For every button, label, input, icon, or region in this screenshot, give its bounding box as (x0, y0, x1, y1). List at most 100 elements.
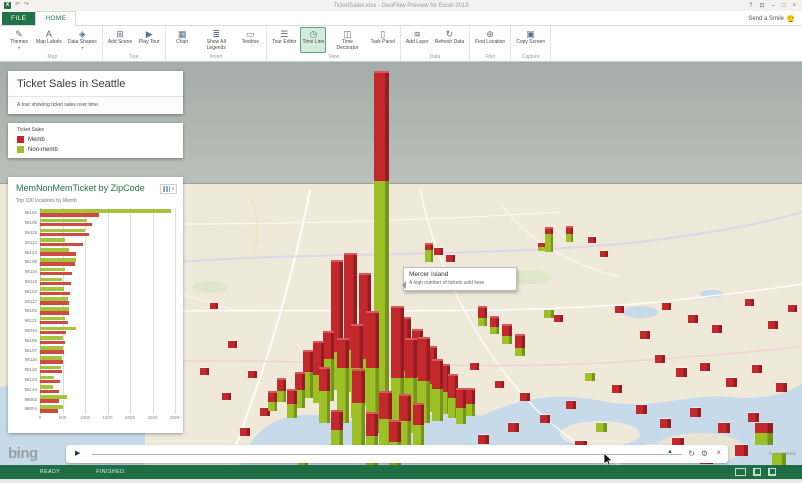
bar-nonmemb[interactable] (40, 287, 64, 291)
map-column[interactable] (319, 367, 330, 423)
bar-memb[interactable] (40, 301, 69, 305)
chart-type-button[interactable]: ▾ (160, 184, 177, 194)
tour-editor-button[interactable]: ☰Tour Editor (270, 27, 298, 53)
map-column[interactable] (545, 227, 553, 252)
timeline-playhead[interactable]: ▲ (667, 449, 673, 455)
bar-nonmemb[interactable] (40, 336, 63, 340)
bar-nonmemb[interactable] (40, 405, 63, 409)
timeline-track[interactable] (92, 454, 682, 455)
map-column[interactable] (425, 243, 433, 262)
refresh-data-button[interactable]: ↻Refresh Data (433, 27, 466, 53)
bar-memb[interactable] (40, 282, 71, 286)
bar-nonmemb[interactable] (40, 248, 69, 252)
bar-nonmemb[interactable] (40, 268, 65, 272)
pin-window-icon[interactable]: ⊡ (759, 1, 764, 11)
map-column[interactable] (277, 378, 286, 402)
bar-memb[interactable] (40, 399, 59, 403)
bar-memb[interactable] (40, 321, 68, 325)
bar-memb[interactable] (40, 262, 75, 266)
bar-nonmemb[interactable] (40, 258, 76, 262)
tab-file[interactable]: FILE (2, 12, 35, 25)
bar-memb[interactable] (40, 213, 99, 217)
map-viewport[interactable]: Mercer Island A high number of tickets s… (0, 62, 802, 465)
bar-memb[interactable] (40, 380, 60, 384)
map-column[interactable] (352, 369, 365, 445)
map-labels-button[interactable]: AMap Labels (34, 27, 64, 53)
bar-nonmemb[interactable] (40, 346, 63, 350)
map-column[interactable] (502, 324, 512, 344)
bar-nonmemb[interactable] (40, 209, 171, 213)
copy-screen-button[interactable]: ▣Copy Screen (514, 27, 547, 53)
tab-home[interactable]: HOME (35, 11, 76, 26)
show-all-legends-button[interactable]: ≣Show All Legends (197, 27, 235, 53)
map-column[interactable] (490, 316, 499, 334)
tour-title-panel[interactable]: Ticket Sales in Seattle A tour showing t… (8, 71, 183, 114)
bar-memb[interactable] (40, 223, 92, 227)
bar-memb[interactable] (40, 272, 72, 276)
textbox-button[interactable]: ▭Textbox (237, 27, 263, 53)
map-column[interactable] (465, 388, 475, 416)
task-panel-button[interactable]: ▯Task Panel (368, 27, 396, 53)
play-button[interactable]: ▶ (75, 450, 80, 458)
bar-nonmemb[interactable] (40, 278, 62, 282)
help-icon[interactable]: ? (749, 1, 752, 11)
themes-button[interactable]: ✎Themes▾ (6, 27, 32, 53)
timeline-bar[interactable]: ▶ ▲ ↻ ⚙ × (66, 445, 728, 463)
data-shapes-button[interactable]: ◈Data Shapes▾ (66, 27, 99, 53)
map-column[interactable] (432, 359, 443, 421)
nonmemb-segment (515, 348, 525, 356)
add-layer-button[interactable]: ≋Add Layer (404, 27, 431, 53)
fullscreen-icon[interactable] (768, 468, 776, 476)
restore-layout-icon[interactable] (753, 468, 761, 476)
map-column[interactable] (478, 306, 487, 326)
bar-memb[interactable] (40, 350, 64, 354)
bar-memb[interactable] (40, 331, 66, 335)
bar-memb[interactable] (40, 370, 62, 374)
bar-memb[interactable] (40, 409, 58, 413)
bar-nonmemb[interactable] (40, 327, 76, 331)
bar-nonmemb[interactable] (40, 219, 87, 223)
bar-nonmemb[interactable] (40, 376, 54, 380)
chart-panel[interactable]: MemNonMemTicket by ZipCode ▾ Top 100 loc… (8, 177, 183, 433)
map-column[interactable] (566, 226, 573, 242)
bar-nonmemb[interactable] (40, 385, 53, 389)
bar-memb[interactable] (40, 243, 83, 247)
map-column[interactable] (413, 403, 424, 450)
close-icon[interactable]: × (792, 1, 796, 11)
bar-memb[interactable] (40, 292, 70, 296)
bar-nonmemb[interactable] (40, 297, 68, 301)
play-tour-button[interactable]: ▶Play Tour (136, 27, 162, 53)
map-column[interactable] (268, 391, 277, 411)
bar-nonmemb[interactable] (40, 238, 65, 242)
legend-panel[interactable]: Ticket Sales Memb Non-memb (8, 123, 183, 158)
bar-nonmemb[interactable] (40, 395, 67, 399)
find-location-button[interactable]: ⊕Find Location (473, 27, 507, 53)
bar-memb[interactable] (40, 360, 63, 364)
bar-nonmemb[interactable] (40, 356, 62, 360)
send-a-smile-button[interactable]: Send a Smile (748, 12, 794, 25)
minimize-icon[interactable]: – (772, 1, 775, 11)
bar-memb[interactable] (40, 311, 69, 315)
bar-nonmemb[interactable] (40, 307, 69, 311)
bar-memb[interactable] (40, 341, 65, 345)
bar-nonmemb[interactable] (40, 229, 85, 233)
add-scene-button[interactable]: ⊞Add Scene (106, 27, 134, 53)
chart-button[interactable]: ▦Chart (169, 27, 195, 53)
time-decorator-button[interactable]: ◫Time Decorator (328, 27, 366, 53)
map-column[interactable] (287, 389, 297, 418)
loop-icon[interactable]: ↻ (688, 449, 695, 458)
settings-gear-icon[interactable]: ⚙ (701, 449, 708, 458)
maximize-icon[interactable]: □ (782, 1, 786, 11)
memb-segment (399, 394, 411, 421)
bar-nonmemb[interactable] (40, 366, 61, 370)
map-column[interactable] (456, 388, 466, 424)
bar-nonmemb[interactable] (40, 317, 65, 321)
presentation-screen-icon[interactable] (735, 468, 746, 476)
bar-memb[interactable] (40, 390, 59, 394)
bar-memb[interactable] (40, 252, 76, 256)
map-column[interactable] (515, 334, 525, 356)
bar-memb[interactable] (40, 233, 89, 237)
time-line-button[interactable]: ◷Time Line (300, 27, 326, 53)
map-annotation[interactable]: Mercer Island A high number of tickets s… (403, 267, 517, 291)
timeline-close-icon[interactable]: × (716, 448, 721, 457)
